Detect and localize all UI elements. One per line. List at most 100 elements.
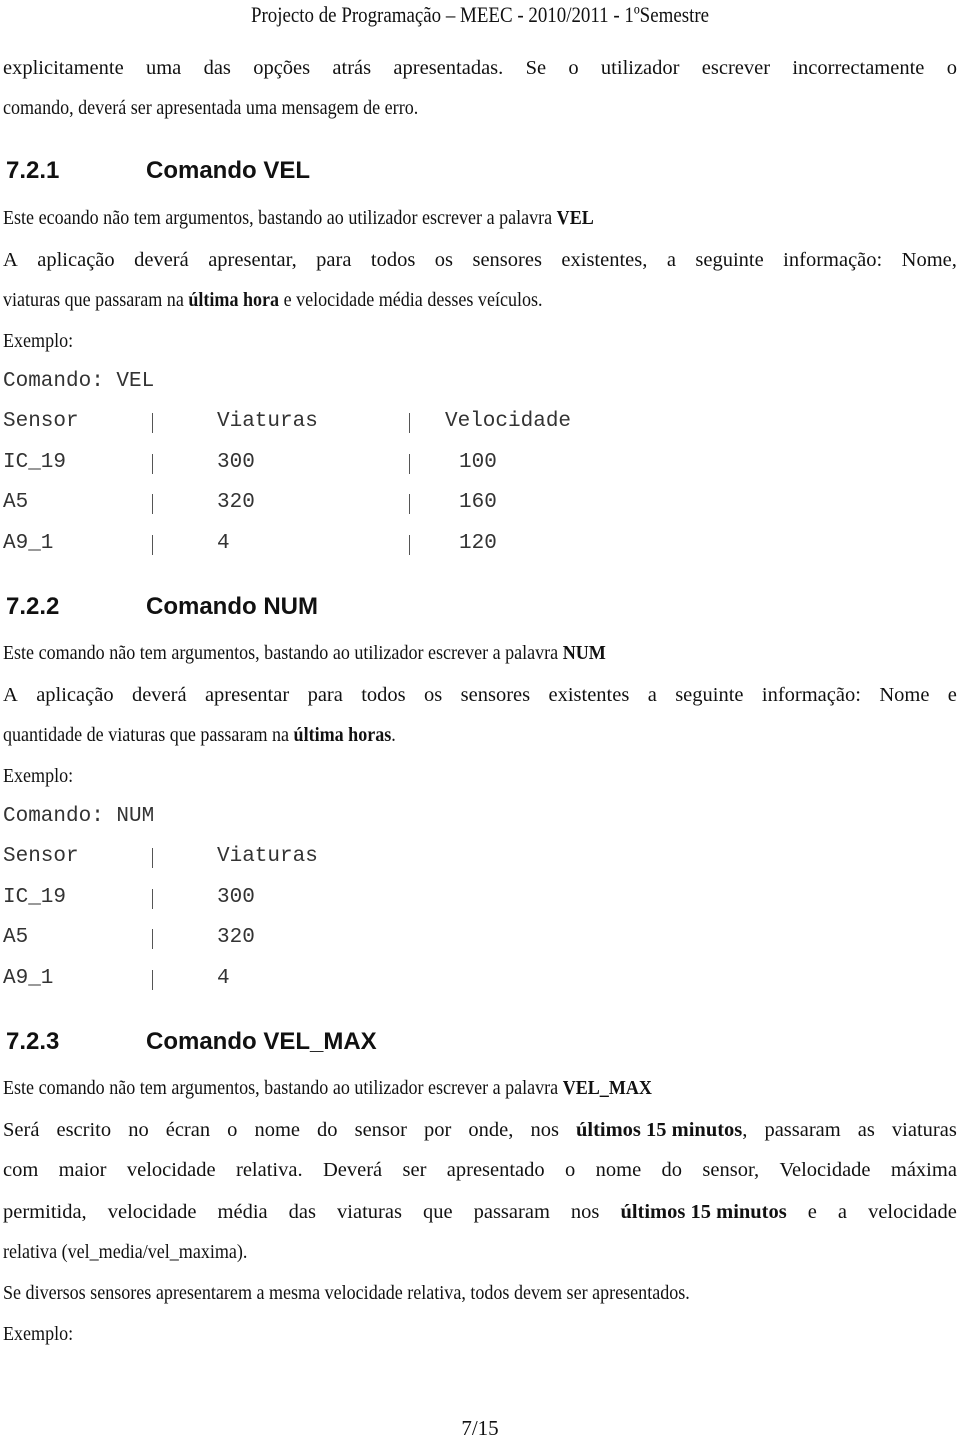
word: velocidade: [107, 1201, 197, 1223]
vel-max-p2: Se diversos sensores apresentarem a mesm…: [3, 1282, 690, 1304]
word: nome: [595, 1159, 642, 1181]
page-header-title: Projecto de Programação – MEEC - 2010/20…: [250, 2, 710, 27]
section-number: 7.2.2: [6, 593, 60, 620]
word: existentes,: [561, 249, 648, 271]
word: os: [424, 684, 443, 706]
word: utilizador: [600, 57, 680, 79]
word: velocidade: [126, 1159, 216, 1181]
word: atrás: [332, 57, 372, 79]
command-keyword: VEL_MAX: [562, 1077, 652, 1099]
command-keyword: VEL: [556, 207, 594, 229]
column-separator: [152, 848, 153, 868]
command-line: Comando: VEL: [3, 370, 155, 393]
word: passaram: [764, 1119, 841, 1141]
word: os: [434, 249, 454, 271]
word: écran: [165, 1119, 211, 1141]
word: das: [203, 57, 231, 79]
word: do: [661, 1159, 683, 1181]
column-separator: [152, 453, 153, 474]
column-separator: [409, 413, 410, 433]
word: apresentadas.: [393, 57, 504, 79]
word: onde,: [468, 1119, 514, 1141]
vel-example-label: Exemplo:: [3, 330, 74, 352]
section-title: Comando VEL: [146, 157, 311, 184]
word: nos: [530, 1119, 559, 1141]
word: por: [424, 1119, 452, 1141]
table-cell: 160: [459, 491, 497, 514]
word: Velocidade: [779, 1159, 871, 1181]
table-header-cell: Viaturas: [217, 410, 318, 433]
column-separator: [152, 494, 153, 514]
word: o: [227, 1119, 238, 1141]
word: as: [857, 1119, 875, 1141]
justified-line: Será escrito no écran o nome do sensor por onde, n…: [3, 1119, 957, 1141]
word: sensores: [460, 684, 531, 706]
word: o: [565, 1159, 576, 1181]
word: escrever: [701, 57, 771, 79]
word: informação:: [783, 249, 883, 271]
word: média: [217, 1201, 268, 1223]
word: sensor,: [702, 1159, 760, 1181]
num-description: Este comando não tem argumentos, bastand…: [3, 642, 606, 664]
page-number: 7/15: [461, 1416, 499, 1440]
info-text: viaturas que passaram na: [3, 289, 189, 311]
info-text: .: [391, 724, 396, 746]
table-cell: 320: [217, 491, 255, 514]
word: últimos 15 minutos: [620, 1201, 787, 1223]
word: para: [316, 249, 352, 271]
num-info-line-2: quantidade de viaturas que passaram na ú…: [3, 724, 396, 746]
table-cell: 120: [459, 531, 497, 555]
word: seguinte: [695, 249, 764, 271]
vel-info-line-1: Aaplicação deverá apresentar, para todos os se…: [3, 249, 957, 271]
word: Nome,: [901, 249, 957, 271]
word: todos: [370, 249, 416, 271]
word: velocidade: [868, 1201, 957, 1223]
vel-max-example-label: Exemplo:: [3, 1323, 74, 1345]
table-cell: 4: [217, 966, 230, 990]
table-cell: 300: [217, 450, 255, 474]
table-cell: 320: [217, 926, 255, 949]
word: A: [3, 249, 18, 271]
vel-max-p1-line-4: relativa (vel_media/vel_maxima).: [3, 1241, 248, 1263]
column-separator: [152, 929, 153, 949]
vel-max-p1-line-2: com maior velocidade relativa. Deverá ser apre…: [3, 1159, 957, 1181]
word: a: [647, 684, 657, 706]
info-bold-text: última horas: [293, 724, 392, 746]
justified-line: com maior velocidade relativa. Deverá ser apre…: [3, 1159, 957, 1181]
word: nome: [254, 1119, 300, 1141]
table-cell: 300: [217, 885, 255, 909]
justified-line: Aaplicação deverá apresentar para todos os sen…: [3, 684, 957, 706]
table-header-cell: Sensor: [3, 410, 79, 433]
word: sensor: [354, 1119, 407, 1141]
command-keyword: NUM: [562, 642, 606, 664]
justified-line: permitida, velocidade média das viaturas que p…: [3, 1201, 957, 1223]
column-separator: [409, 534, 410, 555]
vel-max-p1-line-3: permitida, velocidade média das viaturas que p…: [3, 1201, 957, 1223]
info-text: e velocidade média desses veículos.: [279, 289, 543, 311]
word: deverá: [134, 249, 189, 271]
word: Se: [525, 57, 547, 79]
word: sensores: [472, 249, 542, 271]
word: e: [807, 1201, 817, 1223]
table-cell: A5: [3, 926, 29, 949]
word: das: [288, 1201, 316, 1223]
word: viaturas: [891, 1119, 957, 1141]
word: aplicação: [36, 684, 114, 706]
column-separator: [152, 534, 153, 555]
word: para: [307, 684, 343, 706]
info-bold-text: última hora: [188, 289, 280, 311]
desc-text: Este comando não tem argumentos, bastand…: [3, 642, 563, 664]
intro-line-2: comando, deverá ser apresentada uma mens…: [3, 97, 419, 119]
table-cell: IC_19: [3, 885, 67, 909]
column-separator: [152, 969, 153, 990]
desc-text: Este comando não tem argumentos, bastand…: [3, 1077, 563, 1099]
word: uma: [145, 57, 182, 79]
word: com: [3, 1159, 39, 1181]
info-text: quantidade de viaturas que passaram na: [3, 724, 294, 746]
column-separator: [409, 494, 410, 514]
word: máxima: [890, 1159, 957, 1181]
word: escrito: [56, 1119, 112, 1141]
word: permitida,: [3, 1201, 87, 1223]
word: explicitamente: [3, 57, 124, 79]
command-line: Comando: NUM: [3, 805, 155, 828]
